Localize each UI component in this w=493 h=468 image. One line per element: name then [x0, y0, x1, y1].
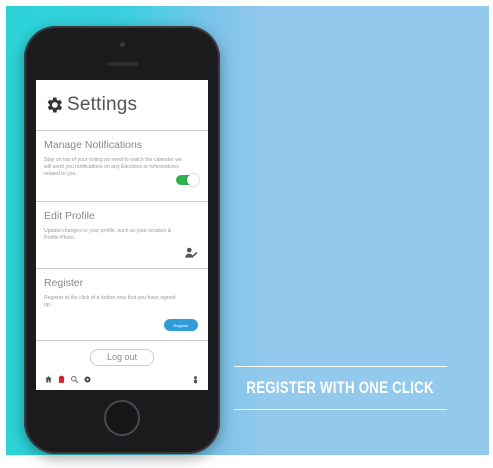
register-description: Register at the click of a button now th… — [44, 295, 176, 308]
promo-banner: REGISTER WITH ONE CLICK — [234, 366, 447, 410]
bottom-nav — [36, 368, 208, 390]
front-camera — [120, 42, 125, 47]
promo-background: Settings Manage Notifications Stay on to… — [6, 6, 489, 455]
edit-profile-title: Edit Profile — [44, 210, 95, 222]
settings-header: Settings — [36, 80, 208, 131]
profile-icon[interactable] — [191, 375, 200, 384]
notifications-section: Manage Notifications Stay on top of your… — [36, 131, 208, 202]
notifications-toggle[interactable] — [176, 174, 199, 186]
page-title: Settings — [67, 94, 138, 115]
earpiece-speaker — [108, 62, 138, 66]
ballot-icon[interactable] — [57, 375, 66, 384]
logout-button[interactable]: Log out — [90, 348, 154, 366]
phone-frame: Settings Manage Notifications Stay on to… — [24, 26, 220, 454]
home-icon[interactable] — [44, 375, 53, 384]
search-icon[interactable] — [70, 375, 79, 384]
edit-profile-description: Update changes to your profile, such as … — [44, 228, 172, 241]
notifications-title: Manage Notifications — [44, 139, 143, 151]
edit-user-icon[interactable] — [184, 246, 198, 260]
notifications-description: Stay on top of your voting no need to wa… — [44, 157, 182, 177]
home-button[interactable] — [104, 400, 140, 436]
register-section: Register Register at the click of a butt… — [36, 269, 208, 341]
toggle-knob — [187, 174, 199, 186]
register-button[interactable]: Register — [164, 319, 198, 331]
register-title: Register — [44, 277, 84, 289]
gear-icon — [47, 97, 62, 113]
edit-profile-section[interactable]: Edit Profile Update changes to your prof… — [36, 202, 208, 269]
banner-text: REGISTER WITH ONE CLICK — [246, 378, 435, 397]
settings-icon[interactable] — [83, 375, 92, 384]
phone-screen: Settings Manage Notifications Stay on to… — [36, 80, 208, 390]
